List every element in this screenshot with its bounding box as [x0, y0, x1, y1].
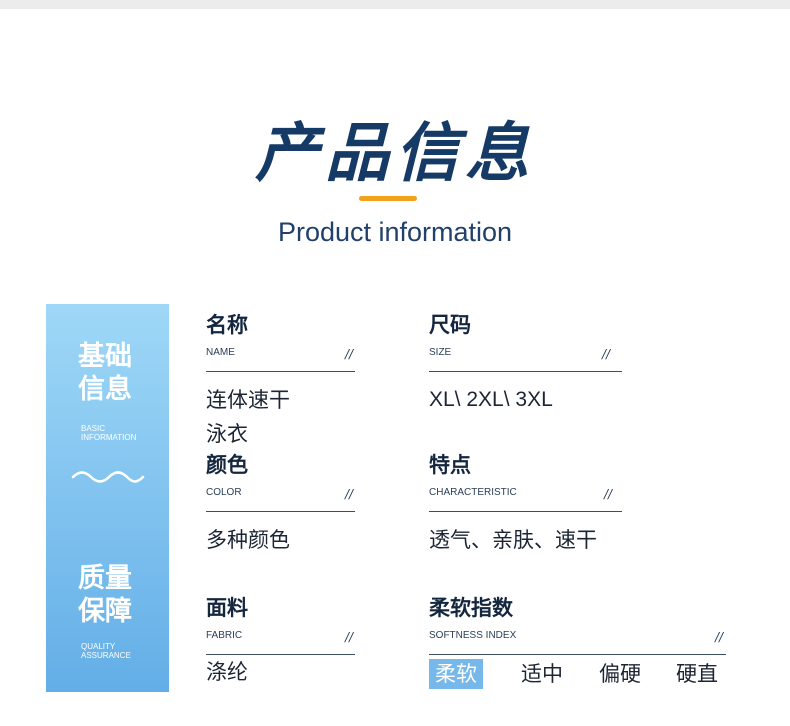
title-accent-bar — [359, 196, 417, 201]
page-title: 产品信息 — [255, 117, 535, 191]
field-softness-underline — [429, 654, 726, 655]
field-color-underline — [206, 511, 355, 512]
softness-option-soft: 柔软 — [429, 659, 483, 689]
sidebar-basic-title-line1: 基础 — [78, 341, 132, 372]
field-fabric-en: FABRIC — [206, 630, 243, 641]
field-name-underline — [206, 371, 355, 372]
sidebar-quality-en-line2: ASSURANCE — [81, 651, 131, 660]
field-size-en: SIZE — [429, 347, 452, 358]
field-name-value-line2: 泳衣 — [206, 422, 248, 446]
sidebar-quality-en-line1: QUALITY — [81, 642, 116, 651]
field-name-slash: // — [345, 347, 354, 361]
wave-icon — [71, 471, 145, 483]
field-size-slash: // — [602, 347, 611, 361]
field-softness-slash: // — [715, 630, 724, 644]
field-color-slash: // — [345, 487, 354, 501]
softness-option-firm: 偏硬 — [599, 662, 641, 686]
page-subtitle: Product information — [277, 217, 513, 247]
field-name-en: NAME — [206, 347, 235, 358]
field-size-underline — [429, 371, 622, 372]
field-size-label: 尺码 — [429, 313, 471, 337]
field-color-en: COLOR — [206, 487, 242, 498]
sidebar-basic-title-line2: 信息 — [78, 374, 132, 405]
field-color-value: 多种颜色 — [206, 528, 290, 552]
sidebar-quality-title-line2: 保障 — [78, 596, 132, 627]
sidebar-basic-en-line2: INFORMATION — [81, 433, 137, 442]
top-divider-bar — [0, 0, 790, 9]
info-sidebar: 基础 信息 BASIC INFORMATION 质量 保障 QUALITY AS… — [46, 304, 169, 692]
field-color-label: 颜色 — [206, 453, 248, 477]
sidebar-basic-en-line1: BASIC — [81, 424, 106, 433]
field-fabric-value: 涤纶 — [206, 660, 248, 684]
field-fabric-label: 面料 — [206, 596, 248, 620]
field-feature-value: 透气、亲肤、速干 — [429, 528, 597, 552]
softness-option-stiff: 硬直 — [676, 662, 718, 686]
sidebar-quality-title-line1: 质量 — [78, 563, 132, 594]
field-feature-underline — [429, 511, 622, 512]
field-name-value-line1: 连体速干 — [206, 388, 290, 412]
field-size-value: XL\ 2XL\ 3XL — [429, 388, 553, 411]
field-feature-slash: // — [604, 487, 613, 501]
field-feature-label: 特点 — [429, 453, 471, 477]
field-name-label: 名称 — [206, 313, 248, 337]
field-softness-label: 柔软指数 — [429, 596, 513, 620]
softness-option-medium: 适中 — [521, 662, 563, 686]
field-fabric-slash: // — [345, 630, 354, 644]
field-feature-en: CHARACTERISTIC — [429, 487, 517, 498]
field-softness-en: SOFTNESS INDEX — [429, 630, 517, 641]
